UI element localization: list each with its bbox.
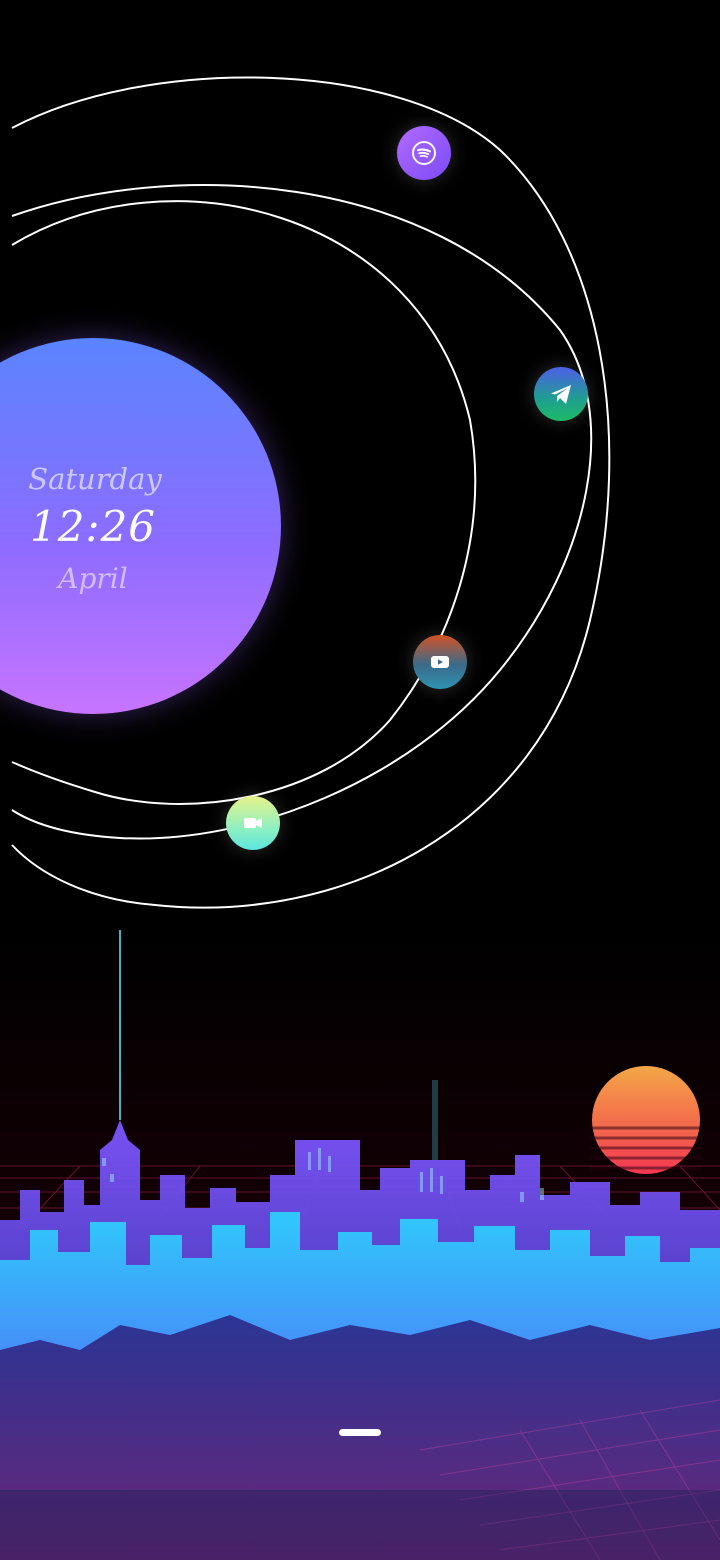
telegram-app-button[interactable] — [534, 367, 588, 421]
spotify-icon — [412, 141, 436, 165]
month-label: April — [58, 562, 128, 595]
telegram-icon — [551, 385, 571, 404]
home-indicator[interactable] — [339, 1429, 381, 1436]
time-label: 12:26 — [29, 502, 157, 551]
spotify-app-button[interactable] — [397, 126, 451, 180]
lock-screen: Saturday 12:26 April — [0, 0, 720, 1560]
youtube-app-button[interactable] — [413, 635, 467, 689]
video-call-app-button[interactable] — [226, 796, 280, 850]
youtube-icon — [431, 656, 449, 668]
day-label: Saturday — [28, 462, 162, 496]
neon-city-wallpaper — [0, 930, 720, 1560]
video-camera-icon — [244, 818, 262, 828]
